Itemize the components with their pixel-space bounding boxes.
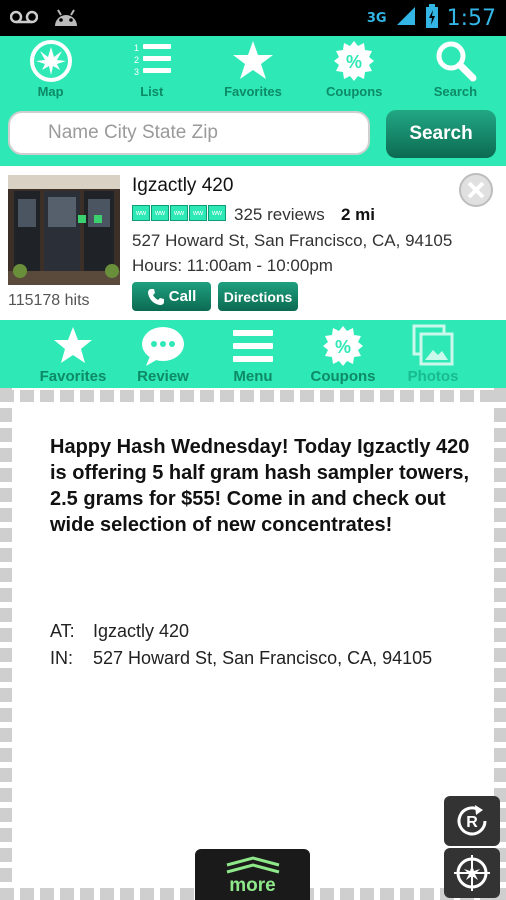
star-icon bbox=[54, 327, 92, 363]
svg-text:%: % bbox=[335, 337, 351, 357]
hit-count: 115178 hits bbox=[8, 292, 90, 309]
at-label: AT: bbox=[50, 621, 75, 641]
voicemail-icon bbox=[9, 10, 39, 29]
store-listing[interactable]: 115178 hits Igzactly 420 ww ww ww ww ww … bbox=[0, 166, 506, 320]
phone-icon bbox=[147, 288, 164, 305]
numbered-list-icon: 1 2 3 bbox=[134, 43, 171, 77]
search-bar: Search bbox=[0, 102, 506, 166]
nav-favorites-label: Favorites bbox=[224, 84, 282, 99]
coupon-address-row: IN: 527 Howard St, San Francisco, CA, 941… bbox=[50, 648, 432, 669]
store-address: 527 Howard St, San Francisco, CA, 94105 bbox=[132, 231, 453, 250]
network-type: 3G bbox=[366, 11, 387, 26]
rating-leaf-icon: ww bbox=[170, 205, 188, 221]
store-name[interactable]: Igzactly 420 bbox=[132, 175, 233, 197]
directions-button[interactable]: Directions bbox=[218, 282, 298, 311]
chevron-up-icon bbox=[226, 856, 279, 874]
action-review[interactable]: Review bbox=[118, 320, 208, 388]
search-input[interactable] bbox=[8, 111, 370, 155]
coupon-card: Happy Hash Wednesday! Today Igzactly 420… bbox=[0, 388, 506, 900]
rating-leaves: ww ww ww ww ww bbox=[132, 205, 227, 221]
refresh-icon: R bbox=[457, 805, 487, 836]
percent-badge-icon: % bbox=[334, 41, 375, 81]
top-nav: Map 1 2 3 List Favorites % Coupons Searc… bbox=[0, 36, 506, 102]
close-icon[interactable] bbox=[458, 172, 494, 208]
nav-map-label: Map bbox=[37, 84, 64, 99]
rating-leaf-icon: ww bbox=[189, 205, 207, 221]
svg-text:2: 2 bbox=[134, 55, 139, 65]
nav-list[interactable]: 1 2 3 List bbox=[101, 36, 202, 102]
nav-map[interactable]: Map bbox=[0, 36, 101, 102]
leaf-map-icon bbox=[29, 40, 72, 82]
more-label: more bbox=[229, 875, 276, 896]
clock: 1:57 bbox=[446, 6, 496, 31]
locate-button[interactable] bbox=[444, 848, 500, 898]
action-coupons-label: Coupons bbox=[310, 368, 376, 385]
chat-bubble-icon bbox=[142, 327, 184, 366]
in-value: 527 Howard St, San Francisco, CA, 94105 bbox=[93, 648, 433, 668]
status-bar: 3G 1:57 bbox=[0, 0, 506, 36]
battery-icon bbox=[425, 4, 439, 33]
action-photos[interactable]: Photos bbox=[388, 320, 478, 388]
svg-text:1: 1 bbox=[134, 43, 139, 53]
action-menu-label: Menu bbox=[233, 368, 273, 385]
rating-leaf-icon: ww bbox=[208, 205, 226, 221]
search-button[interactable]: Search bbox=[386, 110, 496, 158]
action-menu[interactable]: Menu bbox=[208, 320, 298, 388]
store-hours: Hours: 11:00am - 10:00pm bbox=[132, 256, 333, 275]
action-favorites[interactable]: Favorites bbox=[28, 320, 118, 388]
star-icon bbox=[233, 41, 273, 79]
call-label: Call bbox=[168, 288, 197, 305]
action-photos-label: Photos bbox=[407, 368, 459, 385]
crosshair-icon bbox=[454, 855, 490, 891]
hamburger-icon bbox=[233, 330, 273, 362]
action-review-label: Review bbox=[137, 368, 189, 385]
nav-search[interactable]: Search bbox=[405, 36, 506, 102]
svg-text:R: R bbox=[466, 814, 478, 831]
store-photo[interactable] bbox=[8, 175, 120, 285]
at-value: Igzactly 420 bbox=[93, 621, 190, 641]
nav-coupons-label: Coupons bbox=[326, 84, 383, 99]
nav-favorites[interactable]: Favorites bbox=[202, 36, 303, 102]
coupon-location-row: AT: Igzactly 420 bbox=[50, 621, 189, 642]
rating-leaf-icon: ww bbox=[132, 205, 150, 221]
nav-search-label: Search bbox=[433, 84, 478, 99]
magnifier-icon bbox=[436, 41, 477, 82]
more-button[interactable]: more bbox=[195, 849, 310, 900]
svg-text:3: 3 bbox=[134, 67, 139, 77]
nav-list-label: List bbox=[140, 84, 164, 99]
action-coupons[interactable]: % Coupons bbox=[298, 320, 388, 388]
nav-coupons[interactable]: % Coupons bbox=[304, 36, 405, 102]
android-debug-icon bbox=[52, 6, 80, 33]
rating-leaf-icon: ww bbox=[151, 205, 169, 221]
distance: 2 mi bbox=[341, 205, 376, 224]
coupon-border-top bbox=[0, 390, 506, 402]
coupon-border-left bbox=[0, 388, 12, 900]
photos-icon bbox=[412, 324, 454, 366]
coupon-description: Happy Hash Wednesday! Today Igzactly 420… bbox=[50, 436, 470, 536]
review-count[interactable]: 325 reviews bbox=[234, 205, 325, 225]
percent-badge-icon: % bbox=[323, 326, 363, 366]
signal-icon bbox=[395, 5, 417, 32]
in-label: IN: bbox=[50, 648, 74, 668]
action-favorites-label: Favorites bbox=[39, 368, 107, 385]
svg-text:%: % bbox=[346, 52, 362, 72]
store-action-bar: Favorites Review Menu % Coupons Photos bbox=[0, 320, 506, 388]
call-button[interactable]: Call bbox=[132, 282, 211, 311]
refresh-button[interactable]: R bbox=[444, 796, 500, 846]
